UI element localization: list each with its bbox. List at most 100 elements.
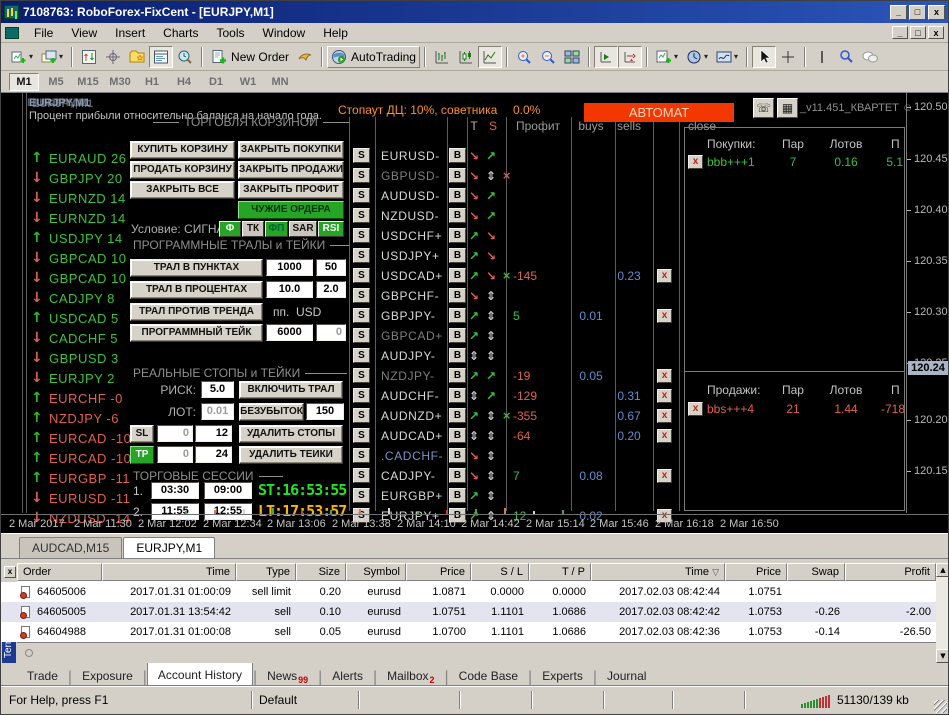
new-chart-button[interactable]: ▾: [7, 46, 37, 68]
buy-symbol-button[interactable]: B: [449, 288, 466, 303]
order-row[interactable]: 646049882017.01.31 01:00:08sell0.05eurus…: [1, 622, 936, 642]
buy-symbol-button[interactable]: B: [449, 488, 466, 503]
enable-trail-button[interactable]: ВКЛЮЧИТЬ ТРАЛ: [239, 381, 343, 399]
order-row[interactable]: 646050052017.01.31 13:54:42sell0.10eurus…: [1, 602, 936, 622]
child-minimize-button[interactable]: _: [892, 26, 908, 39]
risk-input[interactable]: 5.0: [201, 381, 234, 398]
cursor-button[interactable]: [752, 46, 776, 68]
sell-symbol-button[interactable]: S: [353, 428, 370, 443]
menu-file[interactable]: File: [25, 24, 62, 42]
indicators-button[interactable]: ▾: [652, 46, 682, 68]
order-row[interactable]: 646050062017.01.31 01:00:09sell limit0.2…: [1, 582, 936, 602]
buy-symbol-button[interactable]: B: [449, 148, 466, 163]
close-button[interactable]: x: [928, 5, 945, 20]
bar-chart-button[interactable]: [430, 46, 454, 68]
signal-f-button[interactable]: Ф: [219, 221, 241, 237]
close-position-button[interactable]: x: [657, 429, 672, 443]
line-chart-button[interactable]: [478, 46, 502, 68]
close-position-button[interactable]: x: [657, 309, 672, 323]
zoom-out-button[interactable]: [536, 46, 560, 68]
sell-symbol-button[interactable]: S: [353, 368, 370, 383]
close-sells-basket-button[interactable]: x: [688, 402, 703, 416]
column-header-price[interactable]: Price: [725, 563, 787, 581]
breakeven-button[interactable]: БЕЗУБЫТОК: [239, 403, 304, 421]
terminal-button[interactable]: [149, 46, 173, 68]
column-header-t-p[interactable]: T / P: [529, 563, 591, 581]
timeframe-M15[interactable]: M15: [73, 73, 103, 91]
resize-grip[interactable]: [934, 700, 947, 713]
buy-symbol-button[interactable]: B: [449, 328, 466, 343]
trail-points-button[interactable]: ТРАЛ В ПУНКТАХ: [130, 259, 263, 277]
tp-button[interactable]: TP: [130, 446, 154, 464]
dropdown-arrow-icon[interactable]: ▾: [674, 52, 678, 61]
profiles-button[interactable]: ▾: [37, 46, 67, 68]
sell-symbol-button[interactable]: S: [353, 288, 370, 303]
dropdown-arrow-icon[interactable]: ▾: [704, 52, 708, 61]
menu-charts[interactable]: Charts: [154, 24, 207, 42]
timeframe-D1[interactable]: D1: [201, 73, 231, 91]
data-window-button[interactable]: [101, 46, 125, 68]
column-header-time[interactable]: Time ▽: [591, 563, 725, 581]
sell-symbol-button[interactable]: S: [353, 208, 370, 223]
periods-button[interactable]: ▾: [682, 46, 712, 68]
column-header-swap[interactable]: Swap: [787, 563, 845, 581]
trail-points-input-2[interactable]: 50: [316, 259, 346, 276]
signal-f-button[interactable]: ТК: [242, 221, 264, 237]
buy-symbol-button[interactable]: B: [449, 388, 466, 403]
trail-percent-input-2[interactable]: 2.0: [316, 281, 346, 298]
chart-shift-button[interactable]: [618, 46, 642, 68]
signal-rsi-button[interactable]: RSI: [318, 221, 344, 237]
trail-percent-button[interactable]: ТРАЛ В ПРОЦЕНТАХ: [130, 281, 263, 299]
tab-journal[interactable]: Journal: [597, 666, 656, 686]
column-header-profit[interactable]: Profit: [845, 563, 936, 581]
sell-symbol-button[interactable]: S: [353, 448, 370, 463]
timeframe-H1[interactable]: H1: [137, 73, 167, 91]
sell-symbol-button[interactable]: S: [353, 468, 370, 483]
buy-symbol-button[interactable]: B: [449, 188, 466, 203]
close-position-button[interactable]: x: [657, 469, 672, 483]
tab-trade[interactable]: Trade: [17, 666, 68, 686]
buy-symbol-button[interactable]: B: [449, 168, 466, 183]
buy-symbol-button[interactable]: B: [449, 368, 466, 383]
crosshair-button[interactable]: [776, 46, 800, 68]
close-position-button[interactable]: x: [657, 389, 672, 403]
sell-symbol-button[interactable]: S: [353, 168, 370, 183]
column-header-type[interactable]: Type: [236, 563, 296, 581]
session-from-input[interactable]: 03:30: [151, 482, 199, 499]
program-take-input-2[interactable]: 0: [316, 324, 346, 341]
sell-symbol-button[interactable]: S: [353, 388, 370, 403]
chart-tab-eurjpy-m1[interactable]: EURJPY,M1: [123, 537, 215, 558]
tp-input-1[interactable]: 0: [157, 446, 193, 463]
timeframe-M1[interactable]: M1: [9, 73, 39, 91]
sell-symbol-button[interactable]: S: [353, 228, 370, 243]
buy-symbol-button[interactable]: B: [449, 428, 466, 443]
timeframe-M5[interactable]: M5: [41, 73, 71, 91]
tab-account-history[interactable]: Account History: [147, 663, 253, 686]
chart-area[interactable]: EURJPY,M1 Процент прибыли относительно б…: [1, 93, 949, 533]
program-take-button[interactable]: ПРОГРАММНЫЙ ТЕЙК: [130, 324, 263, 342]
close-position-button[interactable]: x: [657, 369, 672, 383]
trail-percent-input-1[interactable]: 10.0: [266, 281, 313, 298]
column-header-price[interactable]: Price: [406, 563, 471, 581]
sl-input-2[interactable]: 12: [195, 425, 232, 442]
status-profile[interactable]: Default: [259, 693, 297, 707]
navigator-button[interactable]: [125, 46, 149, 68]
menu-view[interactable]: View: [62, 24, 106, 42]
tab-code-base[interactable]: Code Base: [449, 666, 528, 686]
buy-symbol-button[interactable]: B: [449, 208, 466, 223]
menu-insert[interactable]: Insert: [106, 24, 154, 42]
scroll-down-icon[interactable]: ▼: [936, 649, 949, 663]
sell-basket-button[interactable]: ПРОДАТЬ КОРЗИНУ: [130, 161, 235, 179]
chart-tab-audcad-m15[interactable]: AUDCAD,M15: [19, 537, 122, 558]
zoom-in-button[interactable]: [512, 46, 536, 68]
close-sells-button[interactable]: ЗАКРЫТЬ ПРОДАЖИ: [238, 161, 344, 179]
templates-button[interactable]: ▾: [712, 46, 742, 68]
delete-takes-button[interactable]: УДАЛИТЬ ТЕИКИ: [239, 446, 343, 464]
menu-help[interactable]: Help: [314, 24, 357, 42]
timeframe-M30[interactable]: M30: [105, 73, 135, 91]
candlestick-button[interactable]: [454, 46, 478, 68]
menu-tools[interactable]: Tools: [208, 24, 254, 42]
trail-counter-trend-button[interactable]: ТРАЛ ПРОТИВ ТРЕНДА: [130, 303, 263, 321]
new-order-button[interactable]: New Order: [207, 46, 293, 68]
buy-symbol-button[interactable]: B: [449, 248, 466, 263]
